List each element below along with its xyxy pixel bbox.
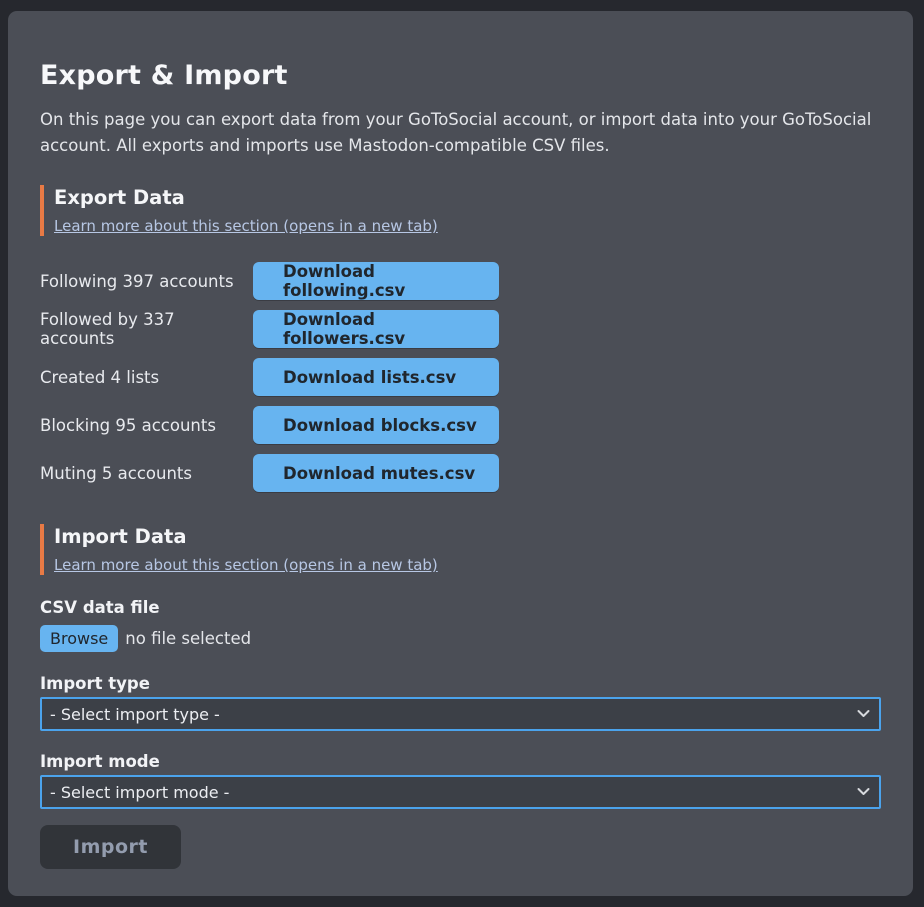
export-import-page: Export & Import On this page you can exp… [0,0,924,907]
import-type-select[interactable]: - Select import type - [40,697,881,731]
import-data-section: Import Data Learn more about this sectio… [40,524,881,869]
import-type-label: Import type [40,673,881,695]
download-blocks-button[interactable]: Download blocks.csv [253,406,499,444]
browse-button[interactable]: Browse [40,625,118,652]
import-submit-button[interactable]: Import [40,825,181,869]
csv-file-label: CSV data file [40,597,881,619]
export-rows: Following 397 accounts Download followin… [40,262,881,492]
export-row-label: Muting 5 accounts [40,464,253,483]
export-row-label: Blocking 95 accounts [40,416,253,435]
page-intro: On this page you can export data from yo… [40,107,881,159]
download-followers-button[interactable]: Download followers.csv [253,310,499,348]
export-section-head: Export Data Learn more about this sectio… [40,185,881,236]
import-section-heading: Import Data [54,524,881,550]
import-type-select-wrap: - Select import type - [40,697,881,731]
export-row-label: Created 4 lists [40,368,253,387]
import-mode-select[interactable]: - Select import mode - [40,775,881,809]
export-row-mutes: Muting 5 accounts Download mutes.csv [40,454,881,492]
export-learn-more-link[interactable]: Learn more about this section (opens in … [54,216,438,236]
export-section-heading: Export Data [54,185,881,211]
export-row-label: Following 397 accounts [40,272,253,291]
content-panel: Export & Import On this page you can exp… [8,11,913,896]
download-following-button[interactable]: Download following.csv [253,262,499,300]
download-lists-button[interactable]: Download lists.csv [253,358,499,396]
export-row-blocks: Blocking 95 accounts Download blocks.csv [40,406,881,444]
download-mutes-button[interactable]: Download mutes.csv [253,454,499,492]
import-learn-more-link[interactable]: Learn more about this section (opens in … [54,555,438,575]
import-mode-label: Import mode [40,751,881,773]
file-status-text: no file selected [125,629,251,648]
import-section-head: Import Data Learn more about this sectio… [40,524,881,575]
export-row-label: Followed by 337 accounts [40,310,253,348]
export-row-followers: Followed by 337 accounts Download follow… [40,310,881,348]
export-row-lists: Created 4 lists Download lists.csv [40,358,881,396]
csv-file-input: Browse no file selected [40,623,881,653]
page-title: Export & Import [40,59,881,93]
import-mode-select-wrap: - Select import mode - [40,775,881,809]
export-data-section: Export Data Learn more about this sectio… [40,185,881,492]
export-row-following: Following 397 accounts Download followin… [40,262,881,300]
